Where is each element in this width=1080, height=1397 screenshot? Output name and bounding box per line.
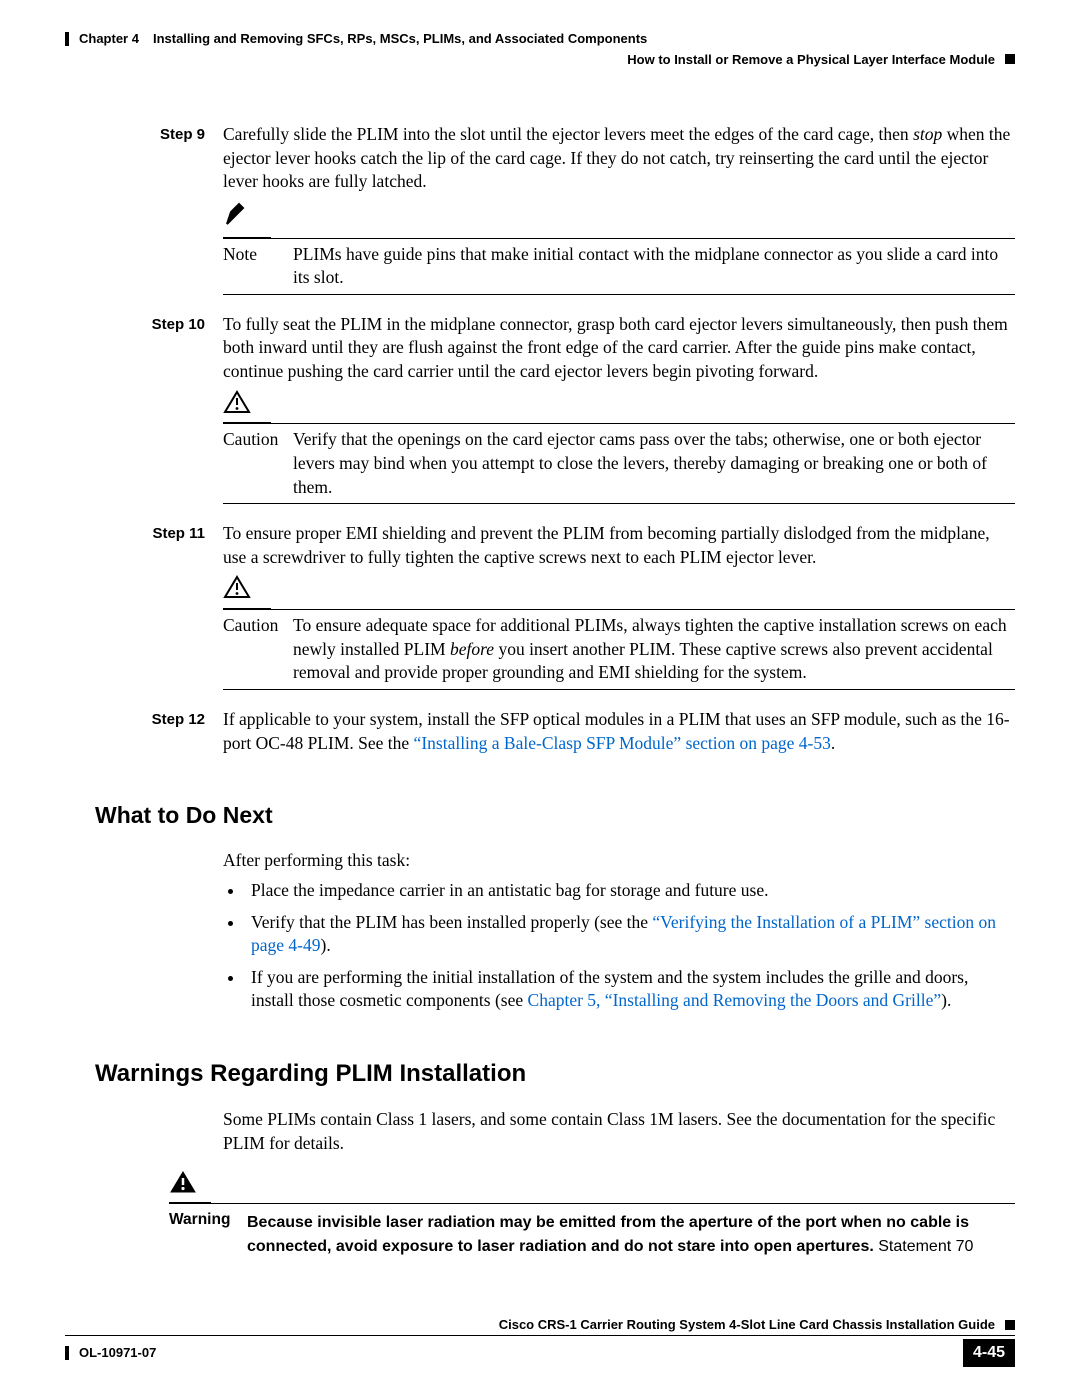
note-label: Note xyxy=(223,243,293,290)
heading-warnings: Warnings Regarding PLIM Installation xyxy=(95,1058,1015,1090)
caution-label: Caution xyxy=(223,614,293,685)
section-header: How to Install or Remove a Physical Laye… xyxy=(65,51,1015,69)
step-row: Step 10 To fully seat the PLIM in the mi… xyxy=(65,313,1015,384)
step-row: Step 11 To ensure proper EMI shielding a… xyxy=(65,522,1015,569)
guide-title: Cisco CRS-1 Carrier Routing System 4-Slo… xyxy=(499,1316,995,1334)
step-body: Carefully slide the PLIM into the slot u… xyxy=(223,123,1015,194)
caution-label: Caution xyxy=(223,428,293,499)
warnings-intro: Some PLIMs contain Class 1 lasers, and s… xyxy=(223,1108,1015,1155)
step-label: Step 10 xyxy=(65,313,223,384)
caution-text: Verify that the openings on the card eje… xyxy=(293,428,1015,499)
caution-triangle-icon xyxy=(223,575,251,599)
header-square-icon xyxy=(1005,54,1015,64)
caution-triangle-icon xyxy=(223,390,251,414)
what-next-intro: After performing this task: xyxy=(223,849,1015,873)
list-item: Place the impedance carrier in an antist… xyxy=(245,879,1015,903)
page-number: 4-45 xyxy=(963,1339,1015,1367)
page-footer: Cisco CRS-1 Carrier Routing System 4-Slo… xyxy=(65,1316,1015,1367)
step-body: To ensure proper EMI shielding and preve… xyxy=(223,522,1015,569)
warning-label: Warning xyxy=(169,1210,247,1257)
note-pen-icon xyxy=(223,200,251,228)
step-row: Step 12 If applicable to your system, in… xyxy=(65,708,1015,755)
step-label: Step 12 xyxy=(65,708,223,755)
warning-text: Because invisible laser radiation may be… xyxy=(247,1210,1015,1257)
footer-square-icon xyxy=(1005,1320,1015,1330)
caution-block: Caution Verify that the openings on the … xyxy=(223,390,1015,505)
caution-text: To ensure adequate space for additional … xyxy=(293,614,1015,685)
cross-reference-link[interactable]: “Installing a Bale-Clasp SFP Module” sec… xyxy=(414,733,831,753)
section-title: How to Install or Remove a Physical Laye… xyxy=(627,51,995,69)
warning-block: Warning Because invisible laser radiatio… xyxy=(169,1170,1015,1258)
step-label: Step 9 xyxy=(65,123,223,194)
step-body: To fully seat the PLIM in the midplane c… xyxy=(223,313,1015,384)
what-next-list: Place the impedance carrier in an antist… xyxy=(223,879,1015,1013)
note-block: Note PLIMs have guide pins that make ini… xyxy=(223,200,1015,295)
chapter-header: Chapter 4 Installing and Removing SFCs, … xyxy=(65,30,1015,48)
step-body: If applicable to your system, install th… xyxy=(223,708,1015,755)
warning-triangle-icon xyxy=(169,1170,197,1194)
heading-what-to-do-next: What to Do Next xyxy=(95,800,1015,831)
chapter-label: Chapter 4 xyxy=(79,30,139,48)
footer-bar-icon xyxy=(65,1346,69,1360)
cross-reference-link[interactable]: Chapter 5, “Installing and Removing the … xyxy=(528,990,942,1010)
doc-id: OL-10971-07 xyxy=(79,1344,156,1362)
step-label: Step 11 xyxy=(65,522,223,569)
chapter-title: Installing and Removing SFCs, RPs, MSCs,… xyxy=(153,30,647,48)
list-item: If you are performing the initial instal… xyxy=(245,966,1015,1013)
list-item: Verify that the PLIM has been installed … xyxy=(245,911,1015,958)
step-row: Step 9 Carefully slide the PLIM into the… xyxy=(65,123,1015,194)
note-text: PLIMs have guide pins that make initial … xyxy=(293,243,1015,290)
caution-block: Caution To ensure adequate space for add… xyxy=(223,575,1015,690)
